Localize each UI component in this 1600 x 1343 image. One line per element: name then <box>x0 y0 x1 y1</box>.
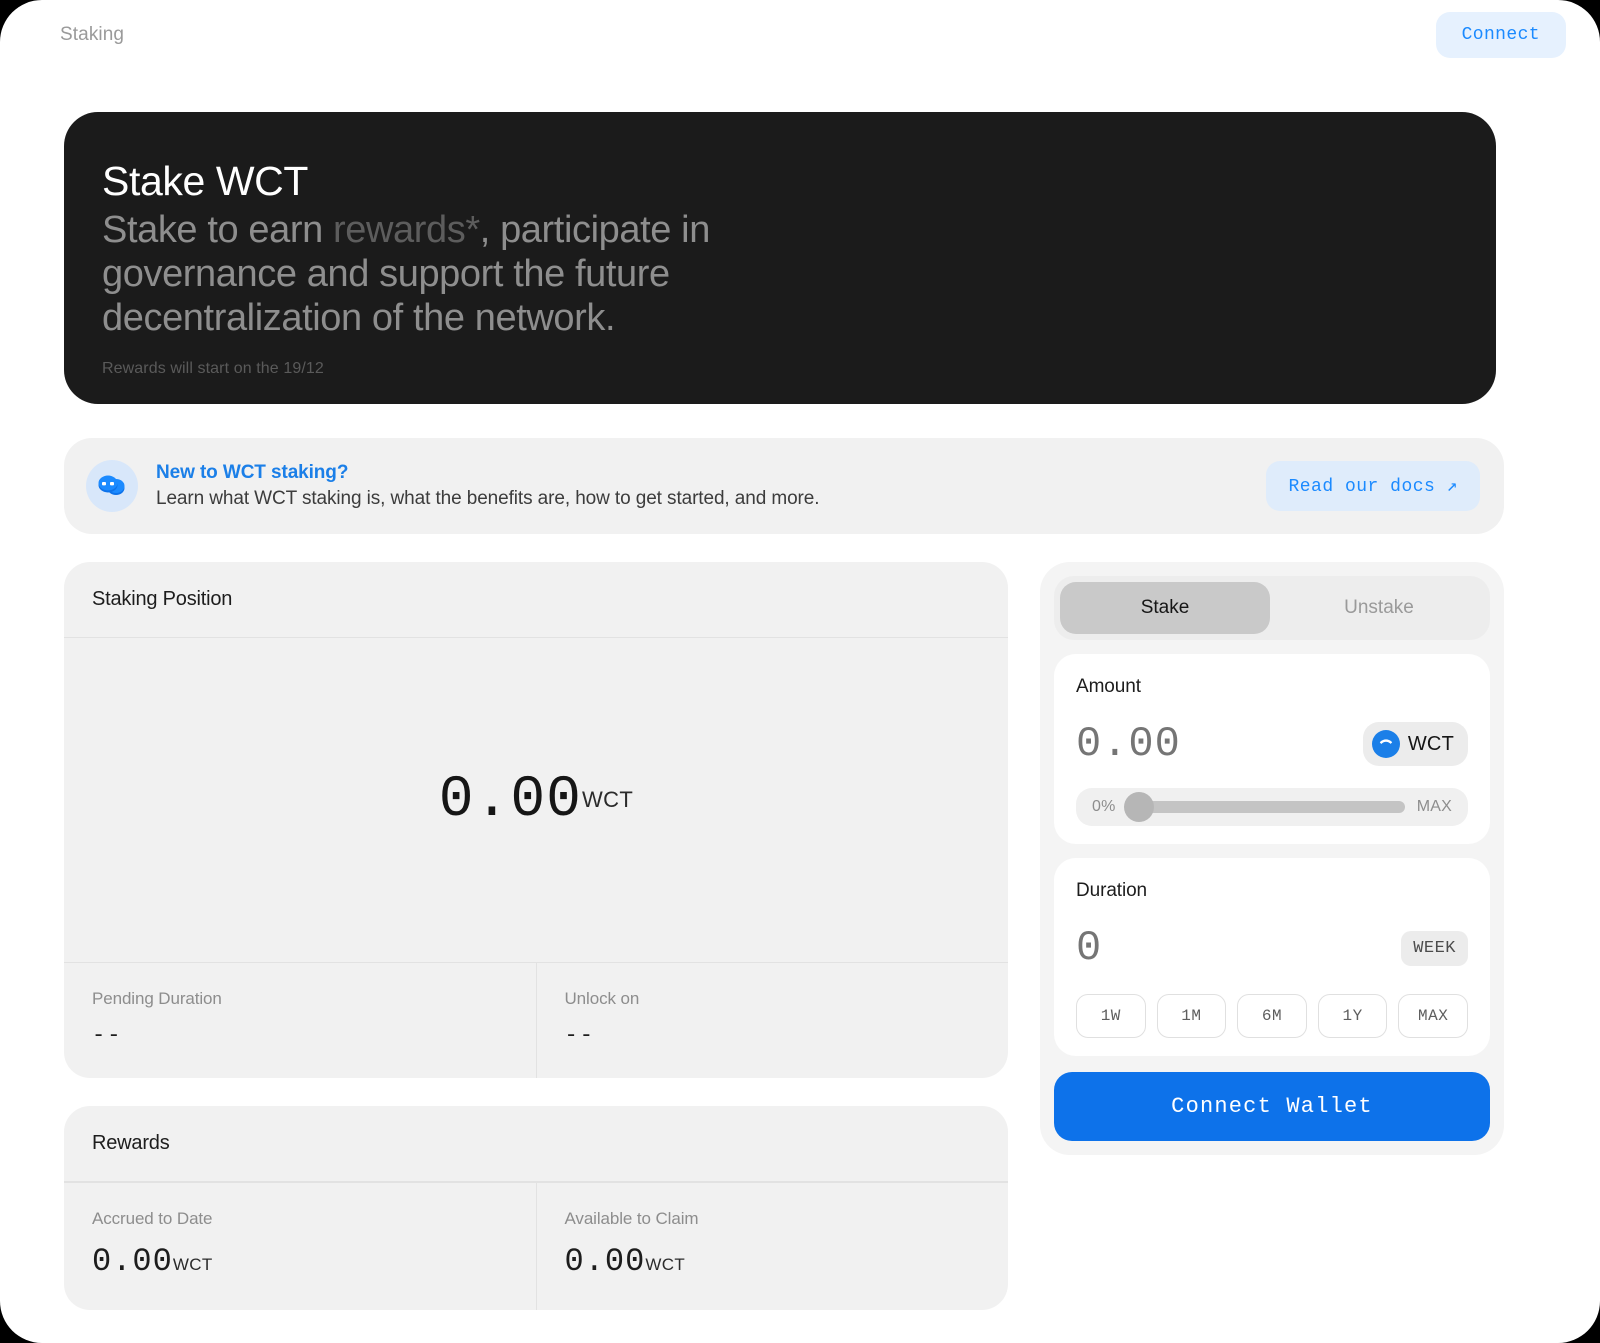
staking-position-header: Staking Position <box>64 562 1008 638</box>
connect-wallet-button[interactable]: Connect Wallet <box>1054 1072 1490 1141</box>
staking-position-value: 0.00 <box>439 768 582 833</box>
stat-number: 0.00 <box>92 1243 173 1280</box>
token-label: WCT <box>1408 733 1454 756</box>
stat-unit: WCT <box>645 1255 685 1274</box>
left-column: Staking Position 0.00WCT Pending Duratio… <box>64 562 1008 1310</box>
staking-position-stats: Pending Duration -- Unlock on -- <box>64 962 1008 1078</box>
connect-button[interactable]: Connect <box>1436 12 1566 58</box>
staking-position-card: Staking Position 0.00WCT Pending Duratio… <box>64 562 1008 1078</box>
duration-preset-6m[interactable]: 6M <box>1237 994 1307 1038</box>
slider-min-label: 0% <box>1092 798 1116 816</box>
stat-label: Accrued to Date <box>92 1209 508 1229</box>
slider-max-label[interactable]: MAX <box>1417 798 1452 816</box>
read-docs-button[interactable]: Read our docs ↗ <box>1266 461 1480 511</box>
duration-preset-1w[interactable]: 1W <box>1076 994 1146 1038</box>
duration-preset-1m[interactable]: 1M <box>1157 994 1227 1038</box>
stat-value: 0.00WCT <box>92 1243 508 1280</box>
amount-card: Amount WCT <box>1054 654 1490 844</box>
stake-panel: Stake Unstake Amount <box>1040 562 1504 1155</box>
stat-accrued-to-date: Accrued to Date 0.00WCT <box>64 1183 536 1310</box>
duration-preset-1y[interactable]: 1Y <box>1318 994 1388 1038</box>
amount-label: Amount <box>1076 676 1468 698</box>
app-viewport: Staking Connect Stake WCT Stake to earn … <box>0 0 1600 1343</box>
stat-label: Pending Duration <box>92 989 508 1009</box>
staking-position-value-area: 0.00WCT <box>64 638 1008 962</box>
hero-subtitle-lead: Stake to earn <box>102 209 333 251</box>
stat-unlock-on: Unlock on -- <box>536 963 1009 1078</box>
duration-presets: 1W 1M 6M 1Y MAX <box>1076 994 1468 1038</box>
main-content: Staking Position 0.00WCT Pending Duratio… <box>64 562 1504 1310</box>
amount-value-row: WCT <box>1076 716 1468 772</box>
slider-rail <box>1128 801 1405 813</box>
hero-subtitle-highlight: rewards* <box>333 209 480 251</box>
tab-stake[interactable]: Stake <box>1060 582 1270 634</box>
duration-unit-badge: WEEK <box>1401 931 1468 966</box>
stake-unstake-tabs: Stake Unstake <box>1054 576 1490 640</box>
top-bar: Staking Connect <box>0 0 1600 70</box>
rewards-card: Rewards Accrued to Date 0.00WCT Availabl… <box>64 1106 1008 1310</box>
stat-label: Available to Claim <box>565 1209 981 1229</box>
page-title: Staking <box>60 24 124 46</box>
slider-track[interactable] <box>1128 801 1405 813</box>
stat-number: 0.00 <box>565 1243 646 1280</box>
banner-description: Learn what WCT staking is, what the bene… <box>156 488 819 510</box>
stat-value: -- <box>92 1023 508 1048</box>
banner-title: New to WCT staking? <box>156 462 819 484</box>
stat-available-to-claim: Available to Claim 0.00WCT <box>536 1183 1009 1310</box>
hero-banner: Stake WCT Stake to earn rewards*, partic… <box>64 112 1496 404</box>
tab-unstake[interactable]: Unstake <box>1274 582 1484 634</box>
hero-subtitle: Stake to earn rewards*, participate in g… <box>102 208 822 340</box>
hero-title: Stake WCT <box>102 160 1444 204</box>
stat-value: -- <box>565 1023 981 1048</box>
info-banner: New to WCT staking? Learn what WCT staki… <box>64 438 1504 534</box>
duration-value-row: WEEK <box>1076 920 1468 976</box>
stat-value: 0.00WCT <box>565 1243 981 1280</box>
rewards-header: Rewards <box>64 1106 1008 1182</box>
duration-preset-max[interactable]: MAX <box>1398 994 1468 1038</box>
token-selector[interactable]: WCT <box>1363 722 1468 766</box>
duration-input[interactable] <box>1076 924 1316 972</box>
stat-label: Unlock on <box>565 989 981 1009</box>
slider-thumb[interactable] <box>1124 792 1154 822</box>
duration-card: Duration WEEK 1W 1M 6M 1Y MAX <box>1054 858 1490 1056</box>
stat-pending-duration: Pending Duration -- <box>64 963 536 1078</box>
right-column: Stake Unstake Amount <box>1040 562 1504 1310</box>
rewards-stats: Accrued to Date 0.00WCT Available to Cla… <box>64 1182 1008 1310</box>
amount-slider[interactable]: 0% MAX <box>1076 788 1468 826</box>
stat-unit: WCT <box>173 1255 213 1274</box>
hero-note: Rewards will start on the 19/12 <box>102 360 1444 378</box>
coins-icon <box>86 460 138 512</box>
banner-text-block: New to WCT staking? Learn what WCT staki… <box>156 462 819 510</box>
walletconnect-icon <box>1372 730 1400 758</box>
duration-label: Duration <box>1076 880 1468 902</box>
amount-input[interactable] <box>1076 720 1316 768</box>
staking-position-unit: WCT <box>582 787 633 813</box>
